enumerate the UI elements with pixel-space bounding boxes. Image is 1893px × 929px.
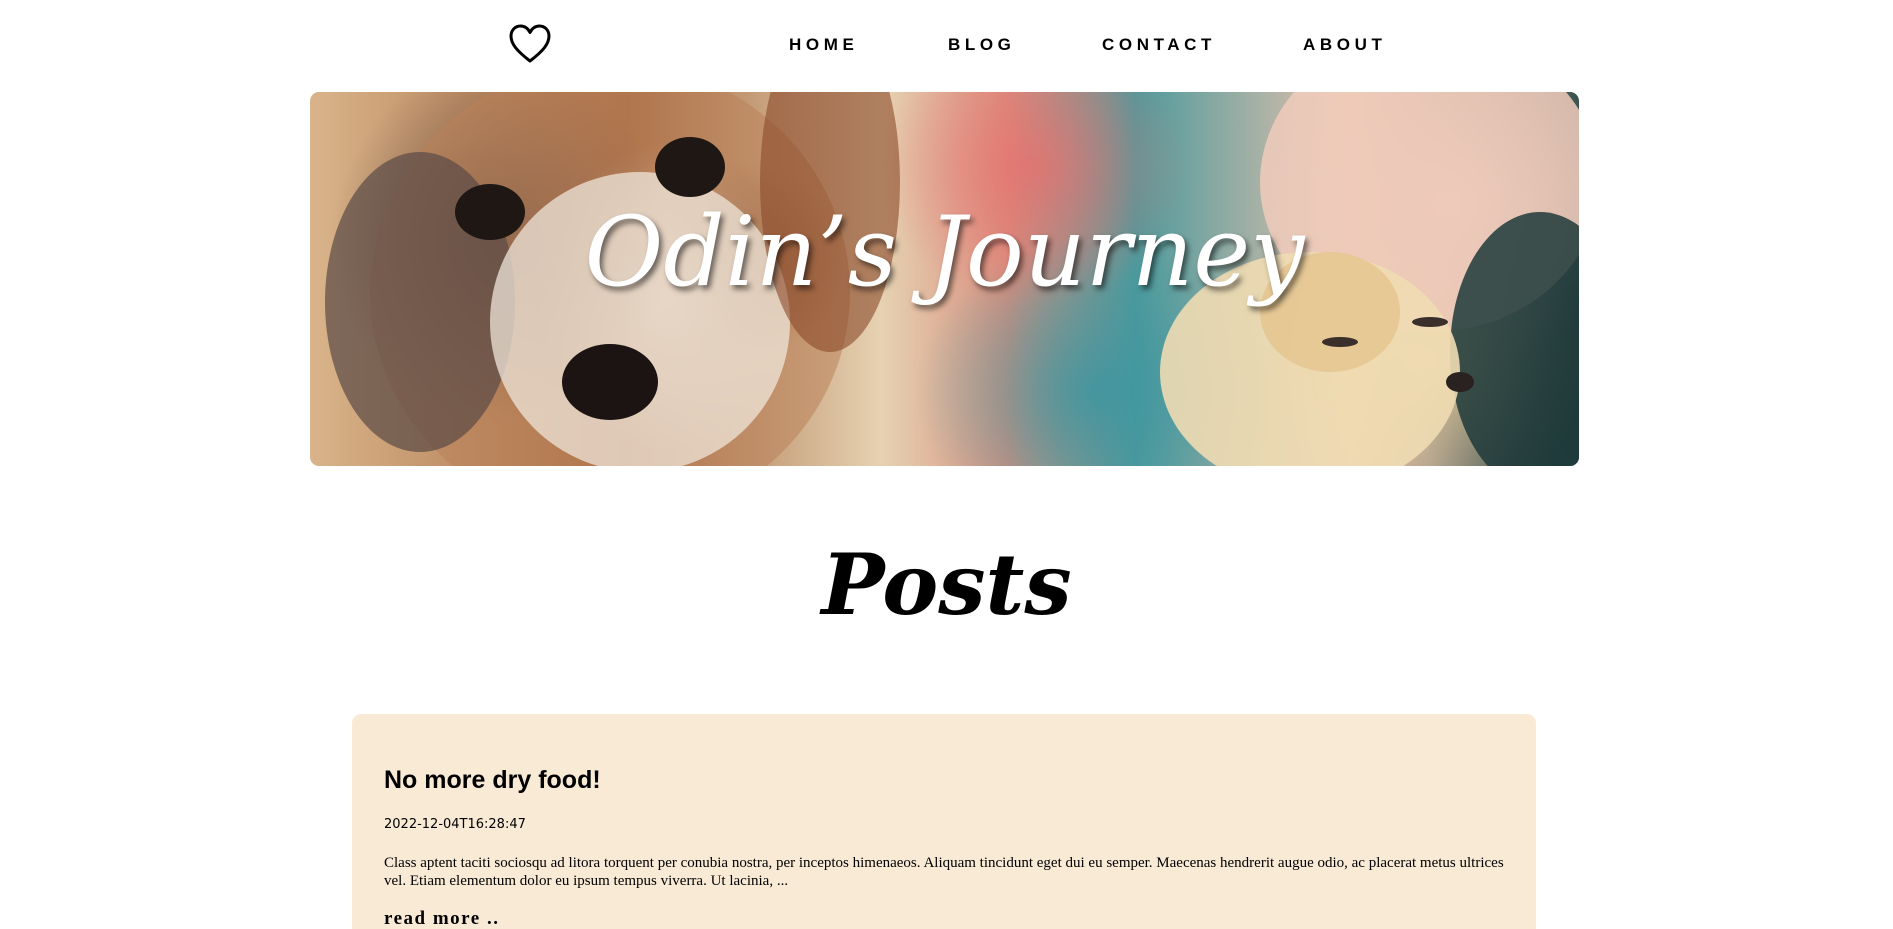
post-date: 2022-12-04T16:28:47 — [384, 817, 526, 832]
posts-heading: Posts — [821, 535, 1072, 634]
read-more-link[interactable]: read more .. — [384, 907, 499, 929]
nav-blog-link[interactable]: BLOG — [948, 33, 1016, 57]
post-excerpt: Class aptent taciti sociosqu ad litora t… — [384, 855, 1504, 889]
post-title[interactable]: No more dry food! — [384, 764, 601, 796]
hero-banner: Odin’s Journey — [310, 92, 1579, 466]
nav-about-link[interactable]: ABOUT — [1303, 33, 1386, 57]
heart-logo-icon[interactable] — [509, 24, 551, 64]
nav-home-link[interactable]: HOME — [789, 33, 858, 57]
page: HOME BLOG CONTACT ABOUT Odin’s Journey P… — [0, 0, 1893, 929]
hero-title: Odin’s Journey — [584, 196, 1305, 308]
post-card: No more dry food! 2022-12-04T16:28:47 Cl… — [352, 714, 1536, 929]
nav-contact-link[interactable]: CONTACT — [1102, 33, 1216, 57]
